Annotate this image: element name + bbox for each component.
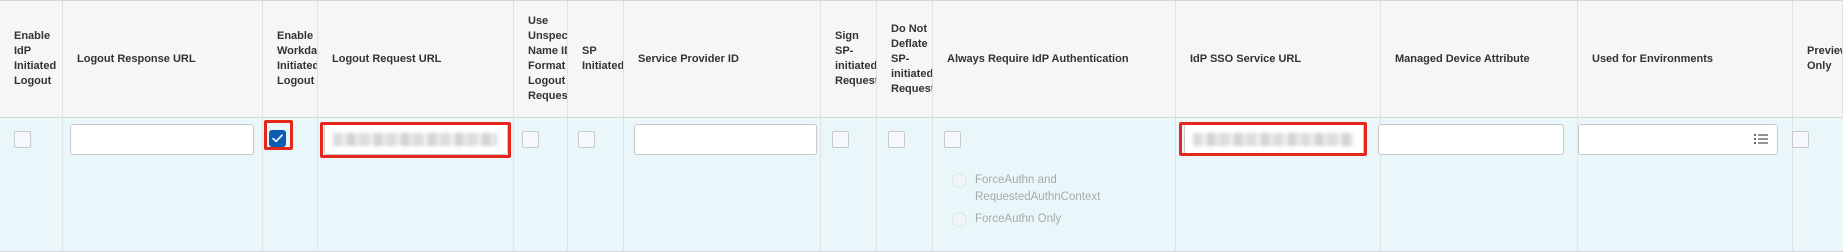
header-label: Do Not Deflate SP- initiated Request bbox=[891, 22, 933, 95]
header-label: Always Require IdP Authentication bbox=[947, 52, 1129, 65]
preview-only-checkbox[interactable] bbox=[1792, 131, 1809, 148]
header-label: IdP SSO Service URL bbox=[1190, 52, 1302, 65]
header-label: Sign SP- initiated Request bbox=[835, 30, 877, 87]
radio-label: ForceAuthn and RequestedAuthnContext bbox=[975, 174, 1101, 203]
header-service-provider-id[interactable]: Service Provider ID bbox=[624, 1, 821, 118]
radio-button[interactable] bbox=[952, 173, 967, 188]
header-do-not-deflate[interactable]: Do Not Deflate SP- initiated Request bbox=[877, 1, 933, 118]
service-provider-id-input[interactable] bbox=[634, 124, 817, 155]
header-label: Managed Device Attribute bbox=[1395, 52, 1530, 65]
header-logout-response-url[interactable]: Logout Response URL bbox=[63, 1, 263, 118]
header-label: Service Provider ID bbox=[638, 52, 739, 65]
sign-sp-initiated-request-checkbox[interactable] bbox=[832, 131, 849, 148]
header-sp-initiated[interactable]: SP Initiated bbox=[568, 1, 624, 118]
logout-request-url-input[interactable] bbox=[324, 124, 508, 155]
header-managed-device-attribute[interactable]: Managed Device Attribute bbox=[1381, 1, 1578, 118]
header-label: SP Initiated bbox=[582, 45, 624, 72]
cell-sp-initiated bbox=[568, 118, 624, 251]
header-idp-sso-service-url[interactable]: IdP SSO Service URL bbox=[1176, 1, 1381, 118]
managed-device-attribute-input[interactable] bbox=[1378, 124, 1564, 155]
idp-sso-service-url-input[interactable] bbox=[1184, 124, 1364, 155]
redacted-value bbox=[1193, 133, 1353, 146]
cell-do-not-deflate bbox=[877, 118, 933, 251]
logout-response-url-input[interactable] bbox=[70, 124, 254, 155]
cell-sign-sp-initiated-request bbox=[821, 118, 877, 251]
prompt-list-icon[interactable] bbox=[1754, 133, 1768, 145]
radio-forceauthn-only[interactable]: ForceAuthn Only bbox=[952, 211, 1061, 228]
always-require-idp-authentication-checkbox[interactable] bbox=[944, 131, 961, 148]
idp-configuration-table: Enable IdP Initiated Logout Logout Respo… bbox=[0, 0, 1843, 252]
header-sign-sp-initiated-request[interactable]: Sign SP- initiated Request bbox=[821, 1, 877, 118]
header-used-for-environments[interactable]: Used for Environments bbox=[1578, 1, 1793, 118]
radio-forceauthn-requested[interactable]: ForceAuthn and RequestedAuthnContext bbox=[952, 172, 1100, 206]
header-label: Enable Workday Initiated Logout bbox=[277, 30, 318, 87]
header-label: Preview Only bbox=[1807, 45, 1842, 72]
cell-enable-idp-initiated-logout bbox=[0, 118, 63, 251]
radio-label: ForceAuthn Only bbox=[975, 213, 1062, 225]
header-use-unspecified-name-id[interactable]: Use Unspecifie Name ID Format for Logout… bbox=[514, 1, 568, 118]
use-unspecified-name-id-checkbox[interactable] bbox=[522, 131, 539, 148]
header-enable-workday-initiated-logout[interactable]: Enable Workday Initiated Logout bbox=[263, 1, 318, 118]
sp-initiated-checkbox[interactable] bbox=[578, 131, 595, 148]
header-label: Used for Environments bbox=[1592, 52, 1714, 65]
do-not-deflate-checkbox[interactable] bbox=[888, 131, 905, 148]
redacted-value bbox=[333, 133, 497, 146]
enable-workday-initiated-logout-checkbox[interactable] bbox=[269, 130, 286, 147]
header-enable-idp-initiated-logout[interactable]: Enable IdP Initiated Logout bbox=[0, 1, 63, 118]
check-icon bbox=[272, 134, 283, 143]
header-label: Enable IdP Initiated Logout bbox=[14, 30, 57, 87]
header-always-require-idp-authentication[interactable]: Always Require IdP Authentication bbox=[933, 1, 1176, 118]
enable-idp-initiated-logout-checkbox[interactable] bbox=[14, 131, 31, 148]
radio-button[interactable] bbox=[952, 212, 967, 227]
header-preview-only[interactable]: Preview Only bbox=[1793, 1, 1843, 118]
header-label: Logout Request URL bbox=[332, 52, 442, 65]
used-for-environments-prompt[interactable] bbox=[1578, 124, 1778, 155]
header-logout-request-url[interactable]: Logout Request URL bbox=[318, 1, 514, 118]
header-label: Use Unspecifie Name ID Format for Logout… bbox=[528, 15, 568, 102]
header-label: Logout Response URL bbox=[77, 52, 196, 65]
